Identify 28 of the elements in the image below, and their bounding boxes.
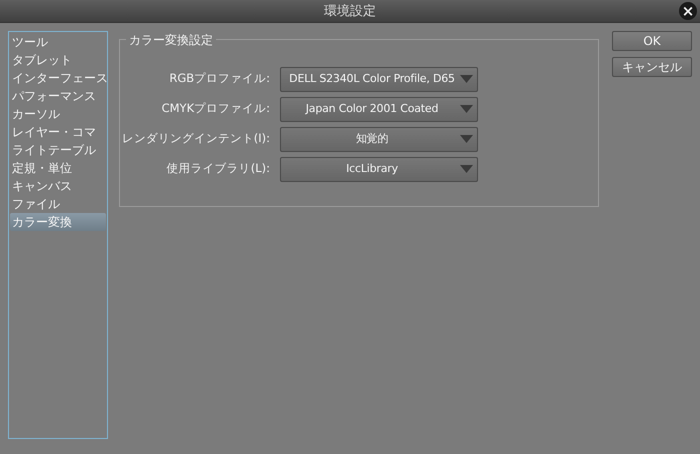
sidebar-item[interactable]: タブレット [10, 51, 106, 69]
dropdown-arrow-icon [460, 105, 473, 113]
dropdown[interactable]: IccLibrary [280, 156, 478, 182]
sidebar-item[interactable]: ツール [10, 33, 106, 51]
field-label: レンダリングインテント(I): [120, 130, 271, 148]
field-label: 使用ライブラリ(L): [166, 160, 271, 178]
dropdown[interactable]: DELL S2340L Color Profile, D65 [280, 66, 478, 92]
sidebar-item[interactable]: カラー変換 [10, 213, 106, 231]
dropdown[interactable]: Japan Color 2001 Coated [280, 96, 478, 122]
dialog-button[interactable]: OK [612, 31, 692, 51]
group-title: カラー変換設定 [126, 31, 216, 49]
sidebar-item[interactable]: パフォーマンス [10, 87, 106, 105]
dialog-button[interactable]: キャンセル [612, 57, 692, 77]
sidebar-item[interactable]: 定規・単位 [10, 159, 106, 177]
window-title: 環境設定 [324, 4, 376, 19]
close-button[interactable]: × [679, 2, 697, 20]
field-label: RGBプロファイル: [168, 70, 271, 88]
sidebar-item[interactable]: ファイル [10, 195, 106, 213]
sidebar-item[interactable]: ライトテーブル [10, 141, 106, 159]
dropdown-arrow-icon [460, 75, 473, 83]
sidebar-item[interactable]: インターフェース [10, 69, 106, 87]
field-label: CMYKプロファイル: [160, 100, 271, 118]
dropdown-arrow-icon [460, 135, 473, 143]
dropdown-arrow-icon [460, 165, 473, 173]
sidebar-item[interactable]: カーソル [10, 105, 106, 123]
sidebar-item[interactable]: レイヤー・コマ [10, 123, 106, 141]
dropdown[interactable]: 知覚的 [280, 126, 478, 152]
sidebar-item[interactable]: キャンバス [10, 177, 106, 195]
